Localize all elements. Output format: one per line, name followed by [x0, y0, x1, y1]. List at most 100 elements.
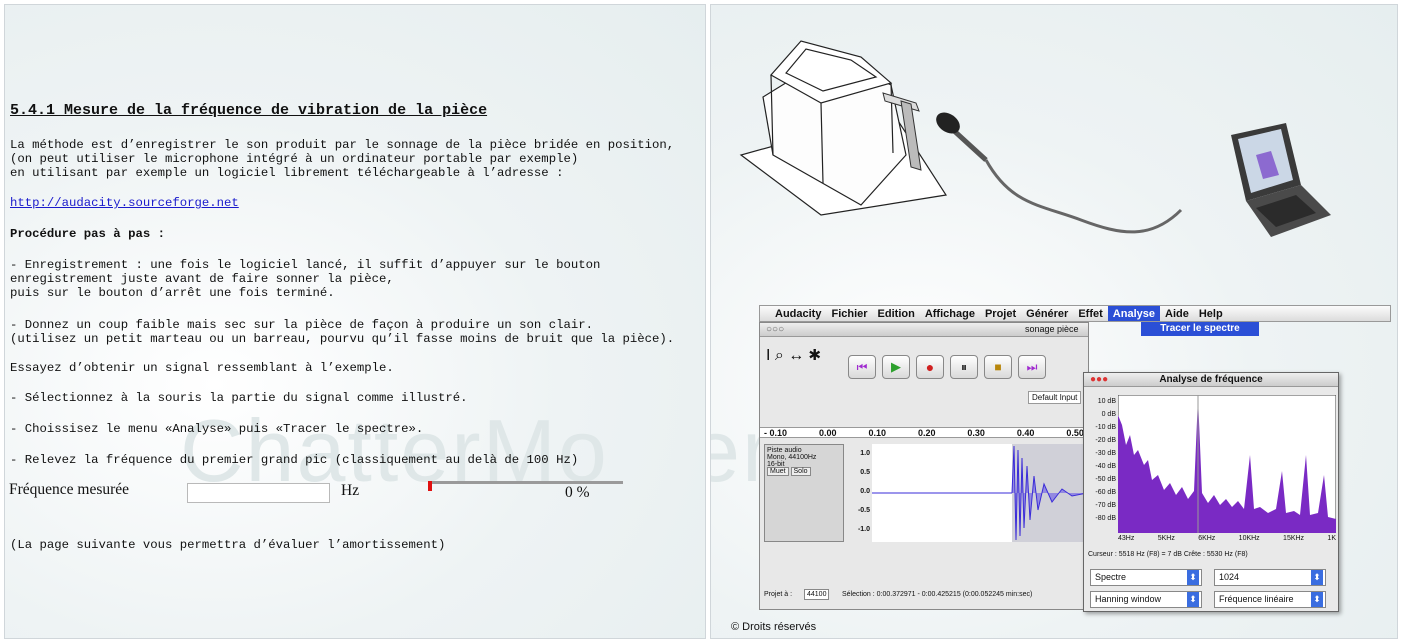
- freq-tick: 1K: [1327, 535, 1336, 542]
- default-input-select[interactable]: Default Input: [1028, 391, 1082, 404]
- progress-fill: [428, 481, 432, 491]
- selection-readout: Sélection : 0:00.372971 - 0:00.425215 (0…: [842, 591, 1033, 598]
- db-tick: -10 dB: [1095, 424, 1116, 431]
- amp-tick: 0.5: [860, 469, 870, 476]
- window-function-select[interactable]: Hanning window: [1090, 591, 1202, 608]
- skip-end-button[interactable]: ⏭: [1018, 355, 1046, 379]
- db-axis: 10 dB 0 dB -10 dB -20 dB -30 dB -40 dB -…: [1086, 395, 1116, 525]
- audacity-link[interactable]: http://audacity.sourceforge.net: [10, 196, 239, 210]
- record-button[interactable]: ●: [916, 355, 944, 379]
- amplitude-scale: 1.0 0.5 0.0 -0.5 -1.0: [846, 444, 870, 542]
- spectrum-plot[interactable]: [1118, 395, 1336, 533]
- menu-analyse[interactable]: Analyse: [1107, 306, 1160, 321]
- amp-tick: 1.0: [860, 450, 870, 457]
- intro-line-2: (on peut utiliser le microphone intégré …: [10, 152, 579, 166]
- intro-line-1: La méthode est d’enregistrer le son prod…: [10, 138, 675, 152]
- window-controls-icon[interactable]: ●●●: [1090, 373, 1108, 387]
- step1-line-1: - Enregistrement : une fois le logiciel …: [10, 258, 601, 272]
- amp-tick: 0.0: [860, 488, 870, 495]
- step3-text: Essayez d’obtenir un signal ressemblant …: [10, 361, 394, 375]
- frequency-label: Fréquence mesurée: [9, 481, 130, 498]
- frequency-analysis-window: ●●● Analyse de fréquence 10 dB 0 dB -10 …: [1083, 372, 1339, 612]
- db-tick: -60 dB: [1095, 489, 1116, 496]
- algorithm-select[interactable]: Spectre: [1090, 569, 1202, 586]
- ruler-tick: 0.20: [917, 428, 936, 438]
- workpiece-drawing: [739, 40, 948, 216]
- laptop-drawing: [1231, 123, 1331, 237]
- step2-line-2: (utilisez un petit marteau ou un barreau…: [10, 332, 675, 346]
- section-heading: 5.4.1 Mesure de la fréquence de vibratio…: [10, 102, 488, 119]
- frequency-input[interactable]: [187, 483, 330, 503]
- step5-text: - Choissisez le menu «Analyse» puis «Tra…: [10, 422, 424, 436]
- db-tick: -20 dB: [1095, 437, 1116, 444]
- microphone-drawing: [936, 112, 1183, 234]
- copyright-notice: © Droits réservés: [731, 621, 817, 633]
- setup-illustration: [739, 40, 1331, 237]
- freq-tick: 15KHz: [1283, 535, 1305, 542]
- spectrum-title-bar: ●●● Analyse de fréquence: [1084, 373, 1338, 387]
- freq-tick: 5KHz: [1157, 535, 1175, 542]
- audacity-screenshot: Audacity Fichier Edition Affichage Proje…: [759, 305, 1391, 612]
- pause-button[interactable]: ⏸: [950, 355, 978, 379]
- procedure-title: Procédure pas à pas :: [10, 227, 165, 241]
- step1-line-3: puis sur le bouton d’arrêt une fois term…: [10, 286, 335, 300]
- progress-track: [428, 481, 623, 484]
- project-rate-select[interactable]: 44100: [804, 589, 830, 600]
- track-name[interactable]: Piste audio: [767, 447, 841, 454]
- db-tick: -40 dB: [1095, 463, 1116, 470]
- step1-line-2: enregistrement juste avant de faire sonn…: [10, 272, 394, 286]
- db-tick: 10 dB: [1097, 398, 1116, 405]
- ruler-tick: - 0.10: [764, 428, 788, 438]
- play-button[interactable]: ▶: [882, 355, 910, 379]
- menu-effet[interactable]: Effet: [1073, 308, 1107, 320]
- db-tick: -80 dB: [1095, 515, 1116, 522]
- timeline-ruler: - 0.10 0.00 0.10 0.20 0.30 0.40 0.50: [760, 427, 1088, 438]
- frequency-unit: Hz: [341, 482, 360, 499]
- menu-edition[interactable]: Edition: [873, 308, 920, 320]
- menu-projet[interactable]: Projet: [980, 308, 1021, 320]
- next-page-note: (La page suivante vous permettra d’évalu…: [10, 538, 446, 552]
- menu-help[interactable]: Help: [1194, 308, 1228, 320]
- project-rate-label: Projet à :: [764, 591, 793, 598]
- window-title: sonage pièce: [1025, 324, 1079, 334]
- menu-generer[interactable]: Générer: [1021, 308, 1073, 320]
- step6-text: - Relevez la fréquence du premier grand …: [10, 453, 579, 467]
- freq-tick: 43Hz: [1118, 535, 1135, 542]
- ruler-tick: 0.50: [1066, 428, 1084, 438]
- menu-fichier[interactable]: Fichier: [826, 308, 872, 320]
- db-tick: 0 dB: [1101, 411, 1116, 418]
- ruler-tick: 0.40: [1016, 428, 1035, 438]
- db-tick: -30 dB: [1095, 450, 1116, 457]
- menu-aide[interactable]: Aide: [1160, 308, 1194, 320]
- menu-affichage[interactable]: Affichage: [920, 308, 980, 320]
- menu-audacity[interactable]: Audacity: [770, 308, 826, 320]
- menu-tracer-le-spectre[interactable]: Tracer le spectre: [1141, 322, 1259, 336]
- freq-axis: 43Hz 5KHz 6KHz 10KHz 15KHz 1K: [1118, 535, 1336, 542]
- solo-button[interactable]: Solo: [790, 467, 811, 476]
- skip-start-button[interactable]: ⏮: [848, 355, 876, 379]
- window-controls-icon[interactable]: ○○○: [766, 324, 784, 335]
- title-bar: ○○○ sonage pièce: [760, 323, 1088, 337]
- intro-line-3: en utilisant par exemple un logiciel lib…: [10, 166, 564, 180]
- amp-tick: -0.5: [857, 507, 870, 514]
- ruler-tick: 0.00: [818, 428, 837, 438]
- axis-select[interactable]: Fréquence linéaire: [1214, 591, 1326, 608]
- db-tick: -50 dB: [1095, 476, 1116, 483]
- tools-icon[interactable]: I ⌕ ↔ ✱: [766, 347, 821, 365]
- waveform[interactable]: [872, 444, 1088, 542]
- freq-tick: 6KHz: [1198, 535, 1216, 542]
- freq-tick: 10KHz: [1238, 535, 1260, 542]
- right-panel: erMo Audacity Fichier Edition Affichage …: [710, 4, 1398, 639]
- audacity-window: ○○○ sonage pièce ⏮ ▶ ● ⏸ ■ ⏭ I ⌕ ↔ ✱ Def…: [759, 322, 1089, 610]
- size-select[interactable]: 1024: [1214, 569, 1326, 586]
- track-info: Mono, 44100Hz: [767, 454, 817, 461]
- left-panel: ChatterMo 5.4.1 Mesure de la fréquence d…: [4, 4, 706, 639]
- track-panel: Piste audio Mono, 44100Hz 16-bit Muet So…: [764, 444, 844, 542]
- ruler-tick: 0.10: [868, 428, 886, 438]
- ruler-tick: 0.30: [967, 428, 985, 438]
- mute-button[interactable]: Muet: [767, 467, 789, 476]
- step2-line-1: - Donnez un coup faible mais sec sur la …: [10, 318, 593, 332]
- spectrum-title: Analyse de fréquence: [1159, 374, 1263, 385]
- menu-bar: Audacity Fichier Edition Affichage Proje…: [759, 305, 1391, 322]
- stop-button[interactable]: ■: [984, 355, 1012, 379]
